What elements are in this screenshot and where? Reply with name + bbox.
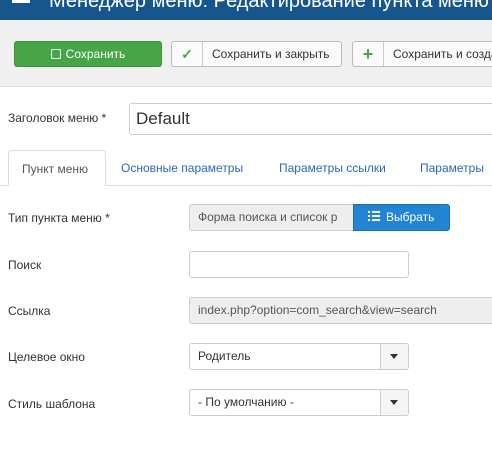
select-button[interactable]: Выбрать	[353, 204, 450, 231]
search-input[interactable]	[189, 251, 409, 278]
target-window-label: Целевое окно	[8, 350, 85, 364]
tab-menu-item[interactable]: Пункт меню	[8, 150, 106, 186]
chevron-down-icon	[380, 344, 408, 369]
tab-link-params[interactable]: Параметры ссылки	[279, 150, 386, 185]
save-button[interactable]: Сохранить	[14, 41, 162, 67]
select-button-label: Выбрать	[386, 210, 435, 224]
save-and-close-label: Сохранить и закрыть	[212, 47, 330, 61]
template-style-value: - По умолчанию -	[198, 395, 294, 409]
chevron-down-icon	[380, 390, 408, 415]
link-label: Ссылка	[8, 304, 51, 318]
save-and-new-button[interactable]: + Сохранить и созда	[352, 41, 492, 67]
menu-title-label: Заголовок меню *	[8, 111, 107, 125]
toolbar: Сохранить ✓ Сохранить и закрыть + Сохран…	[0, 20, 492, 87]
menu-item-type-label: Тип пункта меню *	[8, 211, 110, 225]
menu-title-input[interactable]: Default	[129, 103, 492, 135]
page-header: Менеджер меню: Редактирование пункта мен…	[0, 0, 492, 20]
search-label: Поиск	[8, 258, 42, 272]
template-style-select[interactable]: - По умолчанию -	[189, 389, 409, 416]
tab-basic-params[interactable]: Основные параметры	[121, 150, 243, 185]
tab-bar: Пункт меню Основные параметры Параметры …	[0, 150, 492, 186]
page-title: Менеджер меню: Редактирование пункта мен…	[49, 0, 489, 12]
list-icon	[368, 211, 380, 222]
save-and-new-label: Сохранить и созда	[393, 47, 492, 61]
menu-list-icon	[12, 0, 30, 10]
plus-icon: +	[353, 42, 384, 66]
target-window-select[interactable]: Родитель	[189, 343, 409, 370]
template-style-label: Стиль шаблона	[8, 397, 96, 411]
save-and-close-button[interactable]: ✓ Сохранить и закрыть	[171, 41, 342, 67]
link-field: index.php?option=com_search&view=search	[189, 297, 492, 324]
target-window-value: Родитель	[198, 349, 251, 363]
checkmark-icon: ✓	[172, 42, 203, 66]
tab-params[interactable]: Параметры	[420, 150, 484, 185]
edit-icon	[50, 49, 61, 59]
save-button-label: Сохранить	[65, 47, 126, 61]
menu-item-type-field: Форма поиска и список р	[189, 204, 354, 231]
